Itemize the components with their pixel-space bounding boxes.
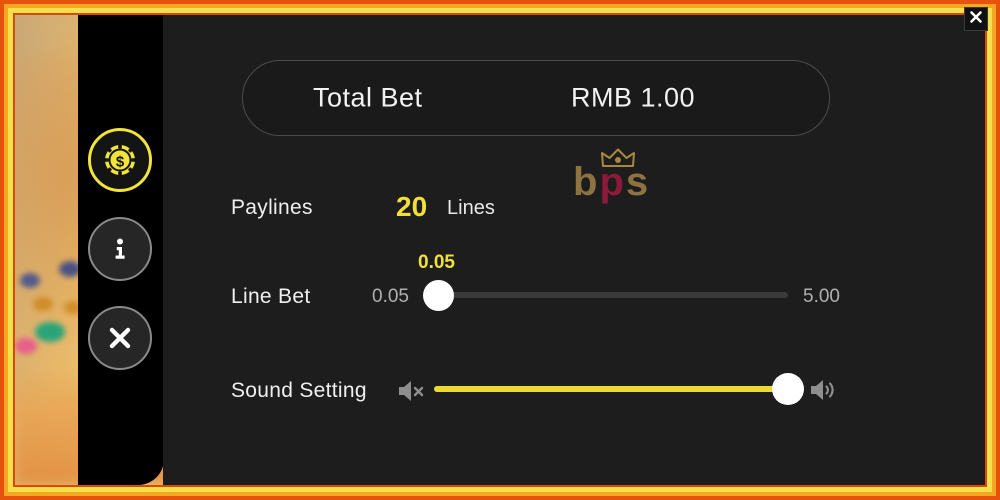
sidebar-item-bet-settings[interactable]: $ bbox=[88, 128, 152, 192]
background-gem bbox=[33, 297, 53, 311]
background-gem bbox=[20, 273, 40, 288]
background-gem bbox=[35, 322, 65, 342]
svg-text:$: $ bbox=[116, 154, 125, 171]
sound-slider-fill bbox=[434, 386, 788, 392]
info-icon bbox=[105, 234, 135, 264]
app-screen: $ Total Bet RMB 1.00 Paylines 20 Lines b… bbox=[0, 0, 1000, 500]
sidebar-item-close[interactable] bbox=[88, 306, 152, 370]
paylines-unit: Lines bbox=[447, 197, 495, 219]
volume-mute-icon[interactable] bbox=[396, 377, 430, 410]
sidebar-item-info[interactable] bbox=[88, 217, 152, 281]
brand-watermark: bps bbox=[573, 148, 659, 204]
line-bet-current-value: 0.05 bbox=[418, 252, 455, 273]
paylines-label: Paylines bbox=[231, 196, 313, 219]
sound-setting-label: Sound Setting bbox=[231, 379, 367, 402]
background-gem bbox=[15, 338, 37, 354]
total-bet-value: RMB 1.00 bbox=[571, 82, 696, 113]
line-bet-slider-track[interactable] bbox=[438, 292, 788, 298]
watermark-letter-b: b bbox=[573, 160, 600, 204]
total-bet-panel: Total Bet RMB 1.00 bbox=[242, 60, 830, 136]
watermark-letter-s: s bbox=[625, 160, 651, 204]
line-bet-label: Line Bet bbox=[231, 285, 311, 308]
line-bet-min-value: 0.05 bbox=[372, 286, 409, 307]
line-bet-max-value: 5.00 bbox=[803, 286, 840, 307]
watermark-letter-p: p bbox=[599, 160, 626, 204]
casino-chip-icon: $ bbox=[100, 140, 140, 180]
window-close-button[interactable] bbox=[964, 7, 988, 31]
volume-up-icon[interactable] bbox=[809, 375, 839, 410]
line-bet-slider-knob[interactable] bbox=[423, 280, 454, 311]
paylines-count: 20 bbox=[396, 191, 428, 222]
total-bet-label: Total Bet bbox=[313, 82, 423, 113]
sound-slider-knob[interactable] bbox=[772, 373, 804, 405]
close-icon bbox=[968, 9, 984, 30]
watermark-text: bps bbox=[573, 162, 650, 202]
close-icon bbox=[105, 323, 135, 353]
